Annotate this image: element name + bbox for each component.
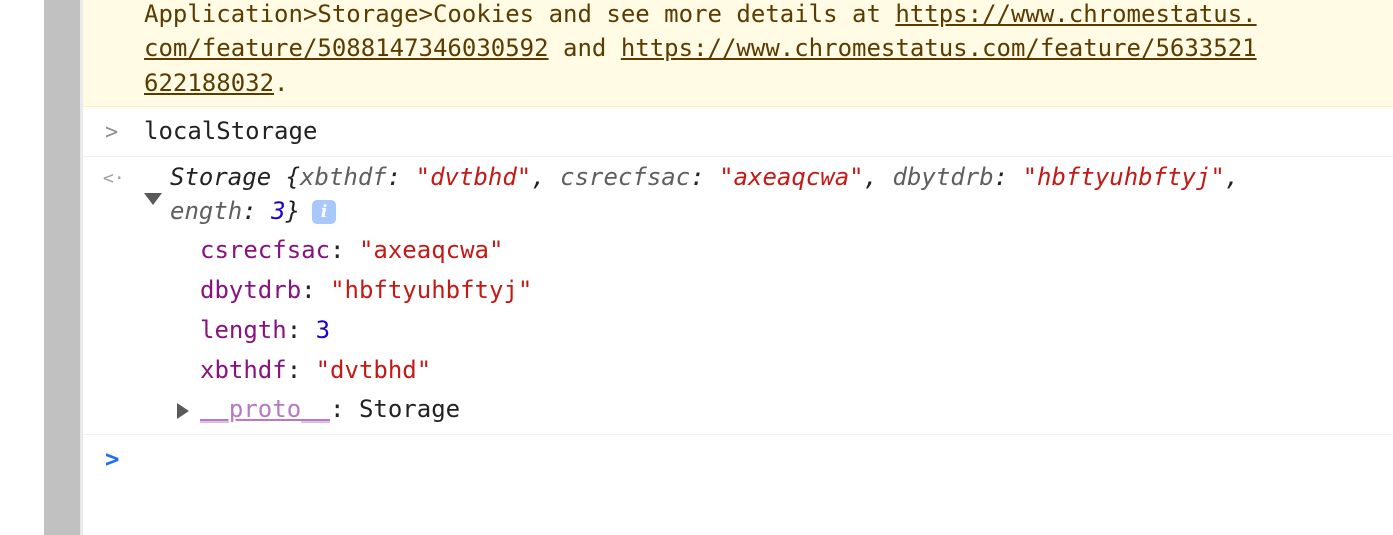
input-command: localStorage bbox=[144, 117, 1393, 145]
property-value: "hbftyuhbftyj" bbox=[330, 276, 533, 304]
message-separator bbox=[83, 156, 1393, 157]
property-value: 3 bbox=[315, 316, 331, 344]
property-value: "dvtbhd" bbox=[315, 356, 432, 384]
scrollbar-track[interactable] bbox=[44, 0, 80, 535]
warning-line-1: Application>Storage>Cookies and see more… bbox=[144, 0, 1257, 31]
left-gutter bbox=[0, 0, 44, 535]
console-prompt-icon[interactable]: > bbox=[105, 445, 119, 473]
summary-comma: , bbox=[1224, 163, 1240, 191]
property-separator: : bbox=[286, 316, 316, 344]
summary-value: "hbftyuhbftyj" bbox=[1022, 163, 1225, 191]
warning-period: . bbox=[274, 69, 289, 97]
property-key: length bbox=[200, 316, 287, 344]
chromestatus-link-1[interactable]: https://www.chromestatus. bbox=[895, 0, 1256, 28]
summary-key: ength bbox=[170, 197, 243, 225]
property-value: "axeaqcwa" bbox=[358, 236, 504, 264]
proto-value: Storage bbox=[358, 395, 461, 423]
chromestatus-link-2-continued[interactable]: 622188032 bbox=[144, 69, 274, 97]
property-separator: : bbox=[286, 356, 316, 384]
property-row: csrecfsac: "axeaqcwa" bbox=[200, 236, 1393, 264]
proto-separator: : bbox=[330, 395, 359, 423]
warning-line-3: 622188032. bbox=[144, 66, 289, 100]
message-separator bbox=[83, 434, 1393, 435]
warning-message: Application>Storage>Cookies and see more… bbox=[83, 0, 1393, 107]
summary-open-brace: { bbox=[285, 163, 301, 191]
property-key: xbthdf bbox=[200, 356, 287, 384]
summary-value: "axeaqcwa" bbox=[719, 163, 864, 191]
property-row: xbthdf: "dvtbhd" bbox=[200, 356, 1393, 384]
summary-close-brace: } bbox=[285, 197, 301, 225]
property-row: dbytdrb: "hbftyuhbftyj" bbox=[200, 276, 1393, 304]
property-key: csrecfsac bbox=[200, 236, 331, 264]
summary-separator: : bbox=[993, 163, 1023, 191]
command-text: localStorage bbox=[144, 117, 318, 145]
summary-separator: : bbox=[242, 197, 272, 225]
warning-text: Application>Storage>Cookies and see more… bbox=[144, 0, 896, 28]
storage-summary-continued: ength: 3} i bbox=[170, 197, 1393, 225]
property-key: dbytdrb bbox=[200, 276, 302, 304]
chromestatus-link-1-continued[interactable]: com/feature/5088147346030592 bbox=[144, 34, 549, 62]
storage-type-name: Storage bbox=[170, 163, 286, 191]
info-icon[interactable]: i bbox=[312, 200, 337, 224]
summary-separator: : bbox=[690, 163, 720, 191]
summary-value: "dvtbhd" bbox=[415, 163, 532, 191]
summary-separator: : bbox=[386, 163, 416, 191]
console-panel: Application>Storage>Cookies and see more… bbox=[83, 0, 1393, 535]
warning-and-text: and bbox=[548, 34, 621, 62]
summary-value: 3 bbox=[271, 197, 286, 225]
expand-triangle-icon[interactable] bbox=[144, 193, 162, 205]
proto-row[interactable]: __proto__: Storage bbox=[200, 395, 1393, 423]
storage-summary[interactable]: Storage {xbthdf: "dvtbhd", csrecfsac: "a… bbox=[170, 163, 1393, 191]
chromestatus-link-2[interactable]: https://www.chromestatus.com/feature/563… bbox=[621, 34, 1257, 62]
summary-key: xbthdf bbox=[300, 163, 387, 191]
warning-line-2: com/feature/5088147346030592 and https:/… bbox=[144, 31, 1257, 65]
summary-comma: , bbox=[863, 163, 893, 191]
summary-comma: , bbox=[531, 163, 561, 191]
input-chevron-icon: > bbox=[105, 120, 119, 145]
summary-key: dbytdrb bbox=[892, 163, 994, 191]
console-input[interactable] bbox=[144, 442, 1384, 532]
return-arrow-icon: <· bbox=[103, 168, 125, 189]
property-row: length: 3 bbox=[200, 316, 1393, 344]
proto-key: __proto__ bbox=[200, 395, 331, 423]
collapsed-triangle-icon[interactable] bbox=[177, 403, 189, 419]
summary-key: csrecfsac bbox=[560, 163, 691, 191]
property-separator: : bbox=[301, 276, 331, 304]
property-separator: : bbox=[330, 236, 359, 264]
